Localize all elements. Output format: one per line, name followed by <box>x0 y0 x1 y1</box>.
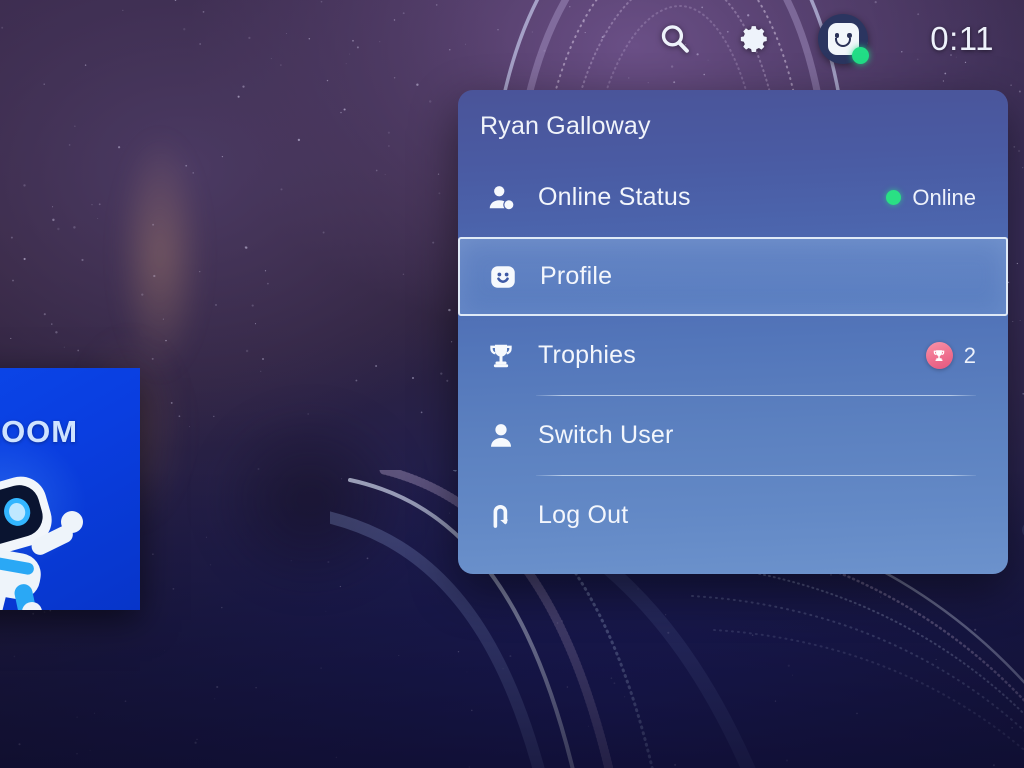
game-tile-title: YROOM <box>0 414 79 449</box>
avatar-eye-left <box>834 33 839 38</box>
profile-menu-panel: Ryan Galloway Online Status Online Profi… <box>458 90 1008 574</box>
menu-item-trophies[interactable]: Trophies 2 <box>458 316 1008 395</box>
trophy-badge-icon <box>925 342 953 369</box>
trophy-count-value: 2 <box>963 342 976 368</box>
avatar-online-dot <box>852 47 869 64</box>
menu-item-label: Profile <box>540 262 613 290</box>
panel-user-name: Ryan Galloway <box>480 112 651 140</box>
online-status-value-group: Online <box>886 185 976 211</box>
game-tile-astro-playroom[interactable]: YROOM <box>0 368 140 610</box>
online-status-dot <box>886 190 902 205</box>
online-status-value: Online <box>912 184 976 210</box>
menu-item-profile[interactable]: Profile <box>458 237 1008 316</box>
avatar[interactable] <box>818 14 869 64</box>
smiley-square-icon <box>482 256 524 298</box>
ps5-home-screen: YROOM <box>0 0 1024 768</box>
trophy-count-group: 2 <box>925 342 976 369</box>
avatar-eye-right <box>847 33 852 38</box>
menu-item-online-status[interactable]: Online Status Online <box>458 158 1008 237</box>
person-status-icon <box>480 177 522 219</box>
menu-item-label: Log Out <box>538 501 629 529</box>
clock: 0:11 <box>930 20 994 57</box>
menu-item-label: Switch User <box>538 421 674 449</box>
avatar-mouth <box>835 38 851 47</box>
profile-menu-list: Online Status Online Profile Trophies 2 … <box>458 158 1008 555</box>
search-icon[interactable] <box>658 22 692 56</box>
menu-item-switch-user[interactable]: Switch User <box>458 396 1008 475</box>
menu-item-label: Trophies <box>538 341 636 369</box>
status-bar: 0:11 <box>0 0 1024 78</box>
logout-arrow-icon <box>480 495 522 537</box>
gear-icon[interactable] <box>738 22 772 56</box>
menu-item-log-out[interactable]: Log Out <box>458 476 1008 555</box>
person-icon <box>480 415 522 457</box>
astro-bot-icon <box>0 476 83 610</box>
trophy-icon <box>480 335 522 377</box>
menu-item-label: Online Status <box>538 183 691 211</box>
